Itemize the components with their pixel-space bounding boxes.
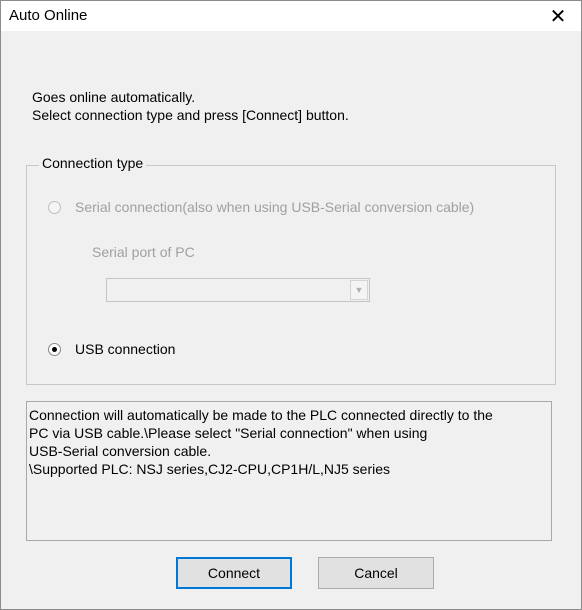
serial-connection-label: Serial connection(also when using USB-Se… [75, 199, 475, 215]
usb-connection-label: USB connection [75, 341, 176, 357]
serial-port-combobox[interactable]: ▼ [106, 278, 370, 302]
close-icon: ✕ [549, 5, 567, 28]
intro-line-2: Select connection type and press [Connec… [32, 107, 349, 123]
usb-radio-circle[interactable] [48, 342, 61, 356]
info-line-4: \Supported PLC: NSJ series,CJ2-CPU,CP1H/… [29, 461, 391, 477]
title-bar: Auto Online ✕ [1, 1, 581, 31]
info-line-3: USB-Serial conversion cable. [29, 443, 212, 459]
close-button[interactable]: ✕ [535, 1, 581, 31]
connect-button[interactable]: Connect [176, 557, 292, 589]
usb-connection-radio[interactable]: USB connection [48, 341, 175, 357]
intro-line-1: Goes online automatically. [32, 89, 196, 105]
serial-radio-circle[interactable] [48, 200, 61, 214]
chevron-down-icon[interactable]: ▼ [350, 280, 368, 300]
serial-connection-radio[interactable]: Serial connection(also when using USB-Se… [48, 199, 474, 215]
radio-selected-dot [52, 346, 57, 352]
info-description-box: Connection will automatically be made to… [26, 401, 552, 541]
connection-type-legend: Connection type [39, 155, 147, 171]
info-line-1: Connection will automatically be made to… [29, 407, 493, 423]
cancel-button[interactable]: Cancel [318, 557, 434, 589]
dialog-title: Auto Online [9, 7, 88, 24]
info-line-2: PC via USB cable.\Please select "Serial … [29, 425, 428, 441]
serial-port-label: Serial port of PC [92, 244, 195, 260]
intro-text: Goes online automatically. Select connec… [32, 88, 349, 124]
